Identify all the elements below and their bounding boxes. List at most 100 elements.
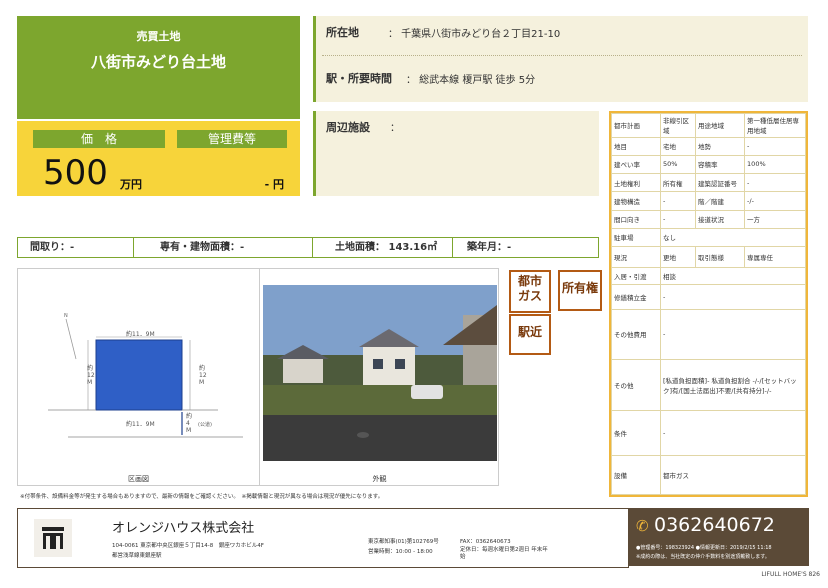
spec-value: -	[659, 209, 697, 229]
phone-icon: ✆	[636, 517, 649, 535]
road-type: (公道)	[198, 422, 212, 428]
exterior-photo	[263, 285, 497, 461]
price-panel: 価 格 管理費等 500 万円 - 円	[17, 121, 300, 196]
access-label: 駅・所要時間	[326, 72, 392, 85]
spec-value: -	[660, 309, 806, 360]
spec-value: 専属専任	[744, 246, 806, 269]
plan-caption: 区画図	[128, 475, 149, 483]
company-fax: FAX：0362640673	[460, 539, 511, 545]
spec-value: 100%	[744, 154, 806, 175]
stamp-city-gas: 都市 ガス	[509, 270, 551, 313]
price-unit: 万円	[120, 178, 142, 191]
spec-key: 建築認証番号	[695, 173, 746, 193]
spec-row: その他費用 -	[611, 309, 806, 360]
spec-row: 建ぺい率 50% 容積率 100%	[611, 154, 806, 175]
company-address: 104-0061 東京都中央区銀座５丁目14-8 銀座ワカホビル4F	[112, 543, 264, 549]
phone-panel: ✆ 0362640672 ●管理番号：198323924 ●情報更新日：2019…	[628, 508, 809, 566]
dim-right: 約12M	[199, 365, 207, 386]
summary-land: 土地面積： 143.16㎡	[313, 238, 453, 257]
spec-key: 容積率	[695, 154, 746, 175]
spec-row: 地目 宅地 地勢 -	[611, 136, 806, 156]
spec-row: 土地権利 所有権 建築認証番号 -	[611, 173, 806, 193]
company-license: 東京都知事(01)第102769号	[368, 539, 439, 545]
spec-key: 設備	[611, 455, 661, 495]
fee-note: ※成約の際は、当社既定の仲介手数料を別途頂戴致します。	[636, 554, 770, 560]
spec-value: -	[744, 136, 806, 156]
summary-layout: 間取り：-	[18, 238, 134, 257]
spec-row: 駐車場 なし	[611, 227, 806, 248]
spec-value: 宅地	[659, 136, 697, 156]
image-panel: N 約11．9M 約11．9M 約12M 約12M 約4M (公道) 区画図 外…	[17, 268, 499, 486]
fee-label: 管理費等	[177, 130, 287, 148]
location-label: 所在地	[326, 26, 359, 39]
phone-number[interactable]: 0362640672	[654, 514, 775, 536]
summary-area: 専有・建物面積：-	[134, 238, 313, 257]
dim-bottom: 約11．9M	[126, 421, 155, 428]
summary-bar: 間取り：- 専有・建物面積：- 土地面積： 143.16㎡ 築年月：-	[17, 237, 599, 258]
spec-value: なし	[660, 227, 806, 248]
spec-value: -/-	[744, 191, 806, 211]
stamp-near-station: 駅近	[509, 314, 551, 355]
spec-key: 都市計画	[611, 113, 661, 138]
road-width: 約4M	[186, 413, 193, 434]
dim-top: 約11．9M	[126, 331, 155, 338]
spec-key: 地目	[611, 136, 661, 156]
spec-key: 用途地域	[695, 113, 746, 138]
spec-row: 設備 都市ガス	[611, 455, 806, 495]
property-title: 八街市みどり台土地	[90, 53, 226, 71]
spec-value: -	[744, 173, 806, 193]
divider	[322, 55, 802, 56]
spec-key: 入居・引渡	[611, 267, 661, 285]
spec-key: 地勢	[695, 136, 746, 156]
brand-logo: LIFULL HOME'S 826	[761, 571, 820, 578]
spec-value: 50%	[659, 154, 697, 175]
spec-value: [私道負担面積]- 私道負担割合 -/-/[セットバック]有/[国土法届出]不要…	[660, 358, 806, 412]
spec-value: 更地	[659, 246, 697, 269]
spec-row: 条件 -	[611, 410, 806, 457]
spec-key: 修繕積立金	[611, 283, 661, 311]
spec-table: 都市計画 非線引区域 用途地域 第一種低層住居専用地域 地目 宅地 地勢 - 建ぺい率 50% 容積…	[609, 111, 808, 497]
spec-value: 都市ガス	[660, 455, 806, 495]
company-hours: 営業時間：10:00 - 18:00	[368, 549, 433, 555]
facilities-label: 周辺施設	[326, 121, 370, 134]
spec-value: 一方	[744, 209, 806, 229]
spec-key: 駐車場	[611, 227, 661, 248]
spec-key: 間口向き	[611, 209, 661, 229]
header-panel: 売買土地 八街市みどり台土地	[17, 16, 300, 119]
location-value: ： 千葉県八街市みどり台２丁目21-10	[388, 29, 561, 40]
price-value: 500	[43, 153, 108, 193]
spec-key: 階／階建	[695, 191, 746, 211]
access-value: ： 総武本線 榎戸駅 徒歩 5分	[406, 75, 536, 86]
company-holiday: 定休日：毎週水曜日第2週日 年末年始	[460, 547, 548, 560]
spec-value: 非線引区域	[659, 113, 697, 138]
spec-value: -	[660, 410, 806, 457]
spec-value: 所有権	[659, 173, 697, 193]
dim-left: 約12M	[87, 365, 95, 386]
spec-key: 建ぺい率	[611, 154, 661, 175]
svg-text:N: N	[64, 313, 68, 319]
property-type: 売買土地	[136, 30, 181, 43]
spec-key: 取引態様	[695, 246, 746, 269]
spec-value: -	[660, 283, 806, 311]
lot-shape	[95, 339, 183, 411]
spec-value: 第一種低層住居専用地域	[744, 113, 806, 138]
spec-key: その他	[611, 358, 661, 412]
spec-row: 入居・引渡 相談	[611, 267, 806, 285]
spec-value: 相談	[660, 267, 806, 285]
plot-plan: N	[48, 313, 243, 438]
facilities-panel: 周辺施設 ：	[313, 111, 599, 196]
spec-value: -	[659, 191, 697, 211]
facilities-value: ：	[390, 123, 400, 134]
price-label: 価 格	[33, 130, 165, 148]
stamp-ownership: 所有権	[558, 270, 602, 311]
spec-row: 都市計画 非線引区域 用途地域 第一種低層住居専用地域	[611, 113, 806, 138]
notes: ※付帯条件、設備料金等が発生する場合もありますので、最新の情報をご確認ください。…	[20, 494, 384, 500]
spec-row: 修繕積立金 -	[611, 283, 806, 311]
spec-key: 建物構造	[611, 191, 661, 211]
spec-row: 間口向き - 接道状況 一方	[611, 209, 806, 229]
summary-age: 築年月：-	[467, 242, 512, 253]
spec-key: 接道状況	[695, 209, 746, 229]
photo-caption: 外観	[372, 475, 387, 483]
fee-value: - 円	[264, 178, 284, 191]
spec-row: 現況 更地 取引態様 専属専任	[611, 246, 806, 269]
